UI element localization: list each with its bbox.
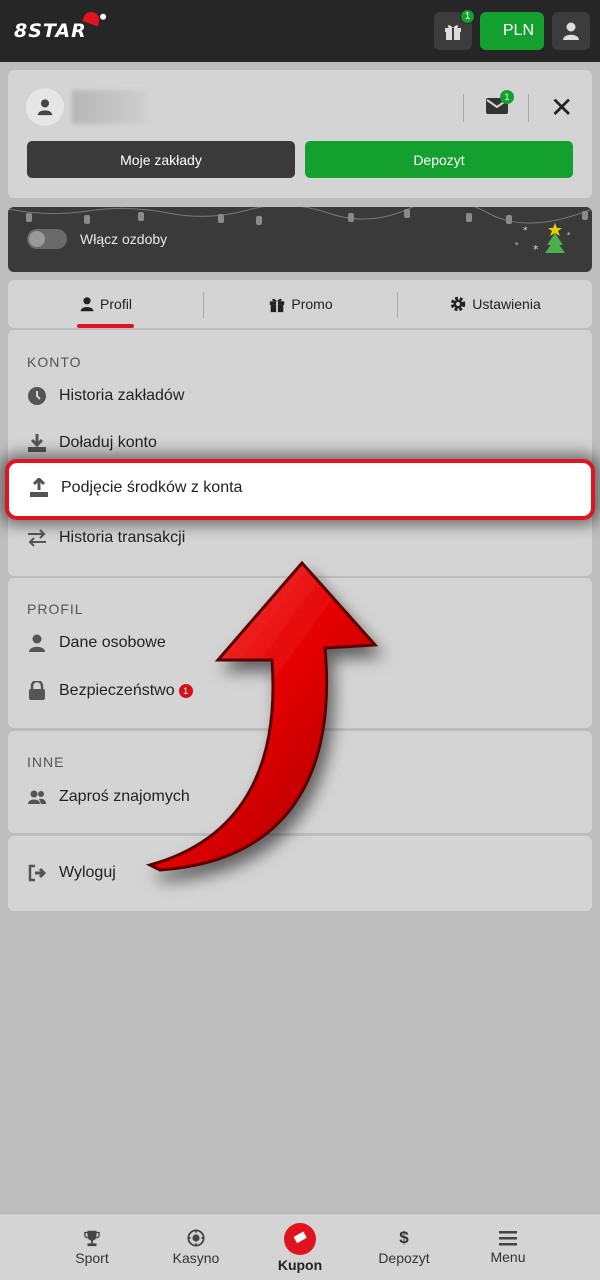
pointer-arrow-icon (145, 560, 379, 872)
